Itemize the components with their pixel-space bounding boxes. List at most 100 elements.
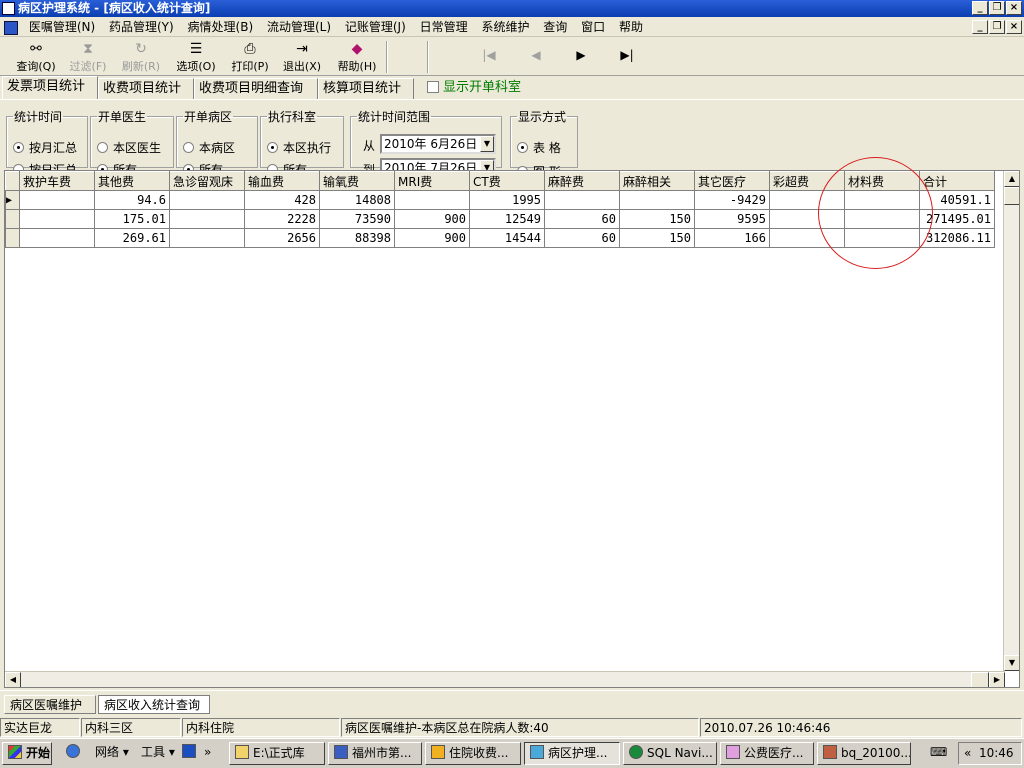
- dropdown-arrow-icon[interactable]: ▼: [480, 136, 494, 152]
- scroll-right-icon[interactable]: ▶: [989, 672, 1005, 687]
- print-button[interactable]: ⎙ 打印(P): [226, 40, 274, 74]
- table-cell[interactable]: [169, 209, 245, 229]
- table-cell[interactable]: 73590: [319, 209, 395, 229]
- horizontal-scrollbar[interactable]: ◀ ▶: [5, 671, 1005, 687]
- table-cell[interactable]: [619, 190, 695, 210]
- scroll-down-icon[interactable]: ▼: [1004, 655, 1019, 671]
- restore-button[interactable]: ❐: [989, 1, 1005, 15]
- close-button[interactable]: ×: [1006, 1, 1022, 15]
- taskbar-item-public-medical[interactable]: 公费医疗...: [720, 742, 814, 765]
- table-cell[interactable]: [169, 190, 245, 210]
- document-icon[interactable]: [4, 20, 18, 35]
- mdi-tab-order-maintenance[interactable]: 病区医嘱维护: [4, 695, 96, 714]
- col-header[interactable]: 麻醉相关: [619, 171, 695, 191]
- table-cell[interactable]: 2656: [244, 228, 320, 248]
- tab-charge-detail[interactable]: 收费项目明细查询: [194, 78, 318, 99]
- options-button[interactable]: ☰ 选项(O): [172, 40, 220, 74]
- col-header[interactable]: MRI费: [394, 171, 470, 191]
- table-cell[interactable]: [169, 228, 245, 248]
- nav-prev-button[interactable]: ◀: [523, 48, 549, 66]
- col-header[interactable]: 救护车费: [19, 171, 95, 191]
- table-cell[interactable]: 900: [394, 228, 470, 248]
- quicklaunch-more[interactable]: »: [202, 742, 220, 765]
- query-button[interactable]: ⚯ 查询(Q): [12, 40, 60, 74]
- radio-local-ward[interactable]: 本病区: [183, 139, 235, 156]
- menu-daily-management[interactable]: 日常管理: [415, 17, 473, 37]
- tab-charge-stats[interactable]: 收费项目统计: [98, 78, 194, 99]
- col-header[interactable]: 麻醉费: [544, 171, 620, 191]
- help-button[interactable]: ◆ 帮助(H): [333, 40, 381, 74]
- table-cell[interactable]: 175.01: [94, 209, 170, 229]
- refresh-button[interactable]: ↻ 刷新(R): [116, 40, 166, 74]
- vertical-scrollbar[interactable]: ▲ ▼: [1003, 171, 1019, 671]
- table-cell[interactable]: 60: [544, 228, 620, 248]
- col-header[interactable]: 急诊留观床: [169, 171, 245, 191]
- anchor-icon[interactable]: [180, 742, 202, 765]
- table-cell[interactable]: [19, 209, 95, 229]
- scroll-thumb[interactable]: [1004, 187, 1019, 205]
- minimize-button[interactable]: _: [972, 1, 988, 15]
- col-header[interactable]: 输血费: [244, 171, 320, 191]
- radio-local-exec[interactable]: 本区执行: [267, 139, 331, 156]
- radio-local-doctor[interactable]: 本区医生: [97, 139, 161, 156]
- taskbar-item-explorer[interactable]: E:\正式库: [229, 742, 325, 765]
- network-toolbar[interactable]: 网络 ▾: [90, 742, 136, 765]
- table-cell[interactable]: 14808: [319, 190, 395, 210]
- table-cell[interactable]: 1995: [469, 190, 545, 210]
- tray-expand-icon[interactable]: «: [964, 746, 971, 760]
- taskbar-item-word[interactable]: 福州市第...: [328, 742, 422, 765]
- col-header[interactable]: CT费: [469, 171, 545, 191]
- exit-button[interactable]: ⇥ 退出(X): [278, 40, 326, 74]
- tab-accounting-stats[interactable]: 核算项目统计: [318, 78, 414, 99]
- taskbar-item-inpatient-billing[interactable]: 住院收费...: [425, 742, 521, 765]
- table-cell[interactable]: -9429: [694, 190, 770, 210]
- mdi-minimize-button[interactable]: _: [972, 20, 988, 34]
- radio-monthly[interactable]: 按月汇总: [13, 139, 77, 156]
- scroll-up-icon[interactable]: ▲: [1004, 171, 1019, 187]
- nav-next-button[interactable]: ▶: [568, 48, 594, 66]
- taskbar-item-sql-navigator[interactable]: SQL Navi...: [623, 742, 717, 765]
- mdi-close-button[interactable]: ×: [1006, 20, 1022, 34]
- table-cell[interactable]: [544, 190, 620, 210]
- table-cell[interactable]: 88398: [319, 228, 395, 248]
- menu-billing-management[interactable]: 记账管理(J): [340, 17, 411, 37]
- menu-window[interactable]: 窗口: [576, 17, 610, 37]
- table-cell[interactable]: [19, 228, 95, 248]
- menu-drug-management[interactable]: 药品管理(Y): [104, 17, 179, 37]
- tab-invoice-stats[interactable]: 发票项目统计: [2, 76, 98, 99]
- table-cell[interactable]: 94.6: [94, 190, 170, 210]
- menu-system-maintenance[interactable]: 系统维护: [476, 17, 534, 37]
- table-cell[interactable]: 12549: [469, 209, 545, 229]
- taskbar-item-ward-nursing[interactable]: 病区护理...: [524, 742, 620, 765]
- table-cell[interactable]: 60: [544, 209, 620, 229]
- table-cell[interactable]: 14544: [469, 228, 545, 248]
- col-header[interactable]: 合计: [919, 171, 995, 191]
- table-cell[interactable]: 428: [244, 190, 320, 210]
- scroll-left-icon[interactable]: ◀: [5, 672, 21, 687]
- col-header[interactable]: 输氧费: [319, 171, 395, 191]
- radio-table[interactable]: 表 格: [517, 139, 561, 156]
- nav-first-button[interactable]: |◀: [476, 48, 502, 66]
- checkbox-box[interactable]: [427, 81, 439, 93]
- show-dept-checkbox[interactable]: 显示开单科室: [427, 80, 521, 96]
- table-cell[interactable]: 2228: [244, 209, 320, 229]
- tools-toolbar[interactable]: 工具 ▾: [136, 742, 180, 765]
- col-header[interactable]: 其他费: [94, 171, 170, 191]
- mdi-restore-button[interactable]: ❐: [989, 20, 1005, 34]
- menu-query[interactable]: 查询: [538, 17, 572, 37]
- keyboard-icon[interactable]: ⌨: [925, 742, 955, 765]
- col-header[interactable]: 其它医疗: [694, 171, 770, 191]
- scroll-h-thumb[interactable]: [971, 672, 989, 687]
- table-cell[interactable]: 900: [394, 209, 470, 229]
- from-date-picker[interactable]: 2010年 6月26日 ▼: [380, 134, 496, 154]
- table-cell[interactable]: 150: [619, 228, 695, 248]
- menu-order-management[interactable]: 医嘱管理(N): [24, 17, 100, 37]
- menu-help[interactable]: 帮助: [614, 17, 648, 37]
- table-cell[interactable]: [394, 190, 470, 210]
- table-cell[interactable]: 9595: [694, 209, 770, 229]
- start-button[interactable]: 开始: [2, 742, 52, 765]
- menu-flow-management[interactable]: 流动管理(L): [262, 17, 336, 37]
- table-cell[interactable]: 166: [694, 228, 770, 248]
- table-cell[interactable]: 269.61: [94, 228, 170, 248]
- menu-condition-handling[interactable]: 病情处理(B): [183, 17, 259, 37]
